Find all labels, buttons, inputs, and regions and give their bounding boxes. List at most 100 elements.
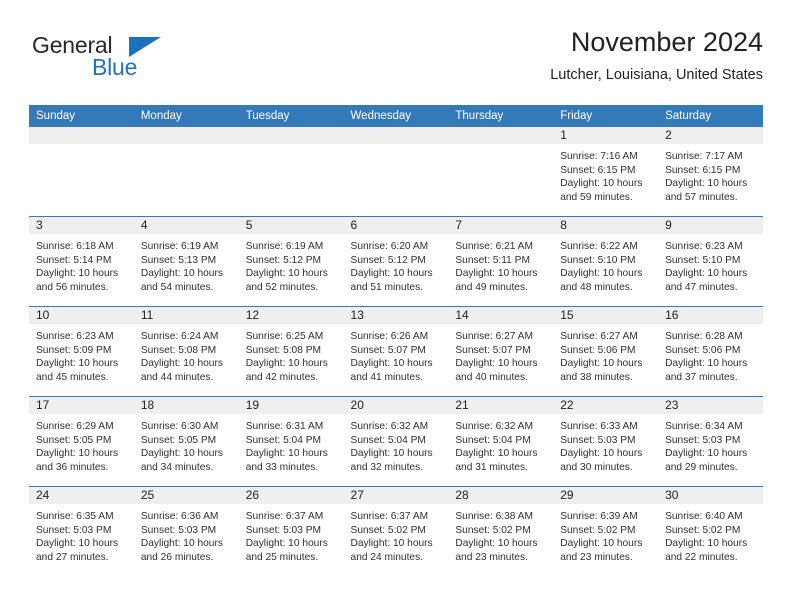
daylight-text: Daylight: 10 hours and 44 minutes. xyxy=(140,358,223,383)
sunset-text: Sunset: 5:08 PM xyxy=(245,344,322,356)
weekday-header-wednesday: Wednesday xyxy=(343,105,449,127)
sunrise-text: Sunrise: 6:23 AM xyxy=(665,241,743,252)
sunrise-text: Sunrise: 6:19 AM xyxy=(140,241,219,252)
sunset-text: Sunset: 5:10 PM xyxy=(665,254,741,266)
day-number: 3 xyxy=(29,217,134,234)
sunrise-text: Sunrise: 6:25 AM xyxy=(245,331,324,342)
calendar-day-cell[interactable]: 2 Sunrise: 7:17 AM Sunset: 6:15 PM Daylight… xyxy=(658,127,763,217)
sunrise-text: Sunrise: 6:30 AM xyxy=(140,421,219,432)
sunset-text: Sunset: 5:02 PM xyxy=(455,524,531,536)
calendar-day-cell[interactable]: 5 Sunrise: 6:19 AM Sunset: 5:12 PM Daylight… xyxy=(238,216,344,307)
sunrise-text: Sunrise: 6:19 AM xyxy=(245,241,324,252)
day-details: Sunrise: 6:33 AM Sunset: 5:03 PM Daylight:… xyxy=(553,414,658,474)
sunset-text: Sunset: 5:07 PM xyxy=(350,344,426,356)
day-details xyxy=(239,144,344,150)
calendar-day-cell[interactable]: 29 Sunrise: 6:39 AM Sunset: 5:02 PM Dayligh… xyxy=(553,486,659,576)
day-details: Sunrise: 6:40 AM Sunset: 5:02 PM Daylight:… xyxy=(658,504,763,564)
daylight-text: Daylight: 10 hours and 31 minutes. xyxy=(455,448,538,473)
day-number: 18 xyxy=(133,397,239,414)
calendar-day-cell[interactable]: 26 Sunrise: 6:37 AM Sunset: 5:03 PM Dayligh… xyxy=(238,486,344,576)
general-blue-logo: General Blue xyxy=(32,32,222,88)
sunset-text: Sunset: 5:13 PM xyxy=(140,254,217,266)
calendar-day-cell[interactable]: 30 Sunrise: 6:40 AM Sunset: 5:02 PM Dayligh… xyxy=(658,486,763,576)
calendar-cell-empty xyxy=(448,127,554,217)
sunset-text: Sunset: 5:11 PM xyxy=(455,254,530,266)
day-details: Sunrise: 6:38 AM Sunset: 5:02 PM Daylight:… xyxy=(448,504,553,564)
page-title: November 2024 xyxy=(570,27,763,57)
sunset-text: Sunset: 5:03 PM xyxy=(560,434,636,446)
daylight-text: Daylight: 10 hours and 56 minutes. xyxy=(36,268,119,293)
daylight-text: Daylight: 10 hours and 40 minutes. xyxy=(455,358,538,383)
day-number: 9 xyxy=(658,217,763,234)
sunrise-text: Sunrise: 6:26 AM xyxy=(350,331,429,342)
calendar-day-cell[interactable]: 10 Sunrise: 6:23 AM Sunset: 5:09 PM Dayligh… xyxy=(29,306,134,397)
day-details: Sunrise: 6:24 AM Sunset: 5:08 PM Daylight:… xyxy=(134,324,239,384)
calendar-day-cell[interactable]: 7 Sunrise: 6:21 AM Sunset: 5:11 PM Daylight… xyxy=(448,216,554,307)
sunrise-text: Sunrise: 6:34 AM xyxy=(665,421,743,432)
sunrise-text: Sunrise: 6:27 AM xyxy=(560,331,638,342)
calendar-day-cell[interactable]: 20 Sunrise: 6:32 AM Sunset: 5:04 PM Dayligh… xyxy=(343,396,449,487)
sunset-text: Sunset: 5:03 PM xyxy=(140,524,217,536)
day-details: Sunrise: 6:26 AM Sunset: 5:07 PM Daylight:… xyxy=(344,324,449,384)
weekday-header-friday: Friday xyxy=(553,105,659,127)
calendar-day-cell[interactable]: 8 Sunrise: 6:22 AM Sunset: 5:10 PM Daylight… xyxy=(553,216,659,307)
sunrise-text: Sunrise: 7:17 AM xyxy=(665,151,743,162)
calendar-day-cell[interactable]: 23 Sunrise: 6:34 AM Sunset: 5:03 PM Dayligh… xyxy=(658,396,763,487)
weekday-header-sunday: Sunday xyxy=(29,105,134,127)
day-details xyxy=(134,144,239,150)
day-details: Sunrise: 6:27 AM Sunset: 5:07 PM Daylight:… xyxy=(448,324,553,384)
calendar-day-cell[interactable]: 16 Sunrise: 6:28 AM Sunset: 5:06 PM Dayligh… xyxy=(658,306,763,397)
day-details xyxy=(448,144,553,150)
day-number: 6 xyxy=(343,217,449,234)
sunrise-text: Sunrise: 7:16 AM xyxy=(560,151,638,162)
calendar-day-cell[interactable]: 25 Sunrise: 6:36 AM Sunset: 5:03 PM Dayligh… xyxy=(133,486,239,576)
daylight-text: Daylight: 10 hours and 51 minutes. xyxy=(350,268,433,293)
sunset-text: Sunset: 6:15 PM xyxy=(560,164,636,176)
calendar-day-cell[interactable]: 14 Sunrise: 6:27 AM Sunset: 5:07 PM Dayligh… xyxy=(448,306,554,397)
daylight-text: Daylight: 10 hours and 57 minutes. xyxy=(665,178,748,203)
daylight-text: Daylight: 10 hours and 47 minutes. xyxy=(665,268,748,293)
sunrise-text: Sunrise: 6:37 AM xyxy=(350,511,429,522)
sunset-text: Sunset: 5:04 PM xyxy=(245,434,322,446)
day-number: 15 xyxy=(553,307,659,324)
sunrise-text: Sunrise: 6:36 AM xyxy=(140,511,219,522)
day-number: 29 xyxy=(553,487,659,504)
calendar-day-cell[interactable]: 9 Sunrise: 6:23 AM Sunset: 5:10 PM Daylight… xyxy=(658,216,763,307)
day-number: 13 xyxy=(343,307,449,324)
day-number xyxy=(448,127,554,144)
calendar-day-cell[interactable]: 4 Sunrise: 6:19 AM Sunset: 5:13 PM Daylight… xyxy=(133,216,239,307)
calendar-day-cell[interactable]: 11 Sunrise: 6:24 AM Sunset: 5:08 PM Dayligh… xyxy=(133,306,239,397)
page-subtitle: Lutcher, Louisiana, United States xyxy=(550,67,763,84)
sunrise-text: Sunrise: 6:24 AM xyxy=(140,331,219,342)
day-number xyxy=(238,127,344,144)
calendar-day-cell[interactable]: 21 Sunrise: 6:32 AM Sunset: 5:04 PM Dayligh… xyxy=(448,396,554,487)
page-header: General Blue November 2024 Lutcher, Loui… xyxy=(29,28,763,98)
calendar-day-cell[interactable]: 19 Sunrise: 6:31 AM Sunset: 5:04 PM Dayligh… xyxy=(238,396,344,487)
calendar-day-cell[interactable]: 17 Sunrise: 6:29 AM Sunset: 5:05 PM Dayligh… xyxy=(29,396,134,487)
calendar-day-cell[interactable]: 28 Sunrise: 6:38 AM Sunset: 5:02 PM Dayligh… xyxy=(448,486,554,576)
sunset-text: Sunset: 5:09 PM xyxy=(36,344,112,356)
daylight-text: Daylight: 10 hours and 32 minutes. xyxy=(350,448,433,473)
calendar-day-cell[interactable]: 12 Sunrise: 6:25 AM Sunset: 5:08 PM Dayligh… xyxy=(238,306,344,397)
calendar-day-cell[interactable]: 24 Sunrise: 6:35 AM Sunset: 5:03 PM Dayligh… xyxy=(29,486,134,576)
calendar-day-cell[interactable]: 13 Sunrise: 6:26 AM Sunset: 5:07 PM Dayligh… xyxy=(343,306,449,397)
calendar-day-cell[interactable]: 3 Sunrise: 6:18 AM Sunset: 5:14 PM Daylight… xyxy=(29,216,134,307)
calendar-table: Sunday Monday Tuesday Wednesday Thursday Frid… xyxy=(29,105,763,576)
day-number: 1 xyxy=(553,127,659,144)
sunrise-text: Sunrise: 6:31 AM xyxy=(245,421,324,432)
calendar-day-cell[interactable]: 27 Sunrise: 6:37 AM Sunset: 5:02 PM Dayligh… xyxy=(343,486,449,576)
calendar-day-cell[interactable]: 6 Sunrise: 6:20 AM Sunset: 5:12 PM Daylight… xyxy=(343,216,449,307)
calendar-day-cell[interactable]: 15 Sunrise: 6:27 AM Sunset: 5:06 PM Dayligh… xyxy=(553,306,659,397)
sunrise-text: Sunrise: 6:27 AM xyxy=(455,331,533,342)
day-number: 20 xyxy=(343,397,449,414)
calendar-day-cell[interactable]: 22 Sunrise: 6:33 AM Sunset: 5:03 PM Dayligh… xyxy=(553,396,659,487)
calendar-day-cell[interactable]: 18 Sunrise: 6:30 AM Sunset: 5:05 PM Dayligh… xyxy=(133,396,239,487)
calendar-cell-empty xyxy=(238,127,344,217)
calendar-day-cell[interactable]: 1 Sunrise: 7:16 AM Sunset: 6:15 PM Daylight… xyxy=(553,127,659,217)
sunset-text: Sunset: 5:06 PM xyxy=(665,344,741,356)
daylight-text: Daylight: 10 hours and 36 minutes. xyxy=(36,448,119,473)
sunrise-text: Sunrise: 6:18 AM xyxy=(36,241,114,252)
day-details xyxy=(29,144,134,150)
calendar-week-row: 3 Sunrise: 6:18 AM Sunset: 5:14 PM Daylight… xyxy=(29,216,763,307)
sunrise-text: Sunrise: 6:37 AM xyxy=(245,511,324,522)
